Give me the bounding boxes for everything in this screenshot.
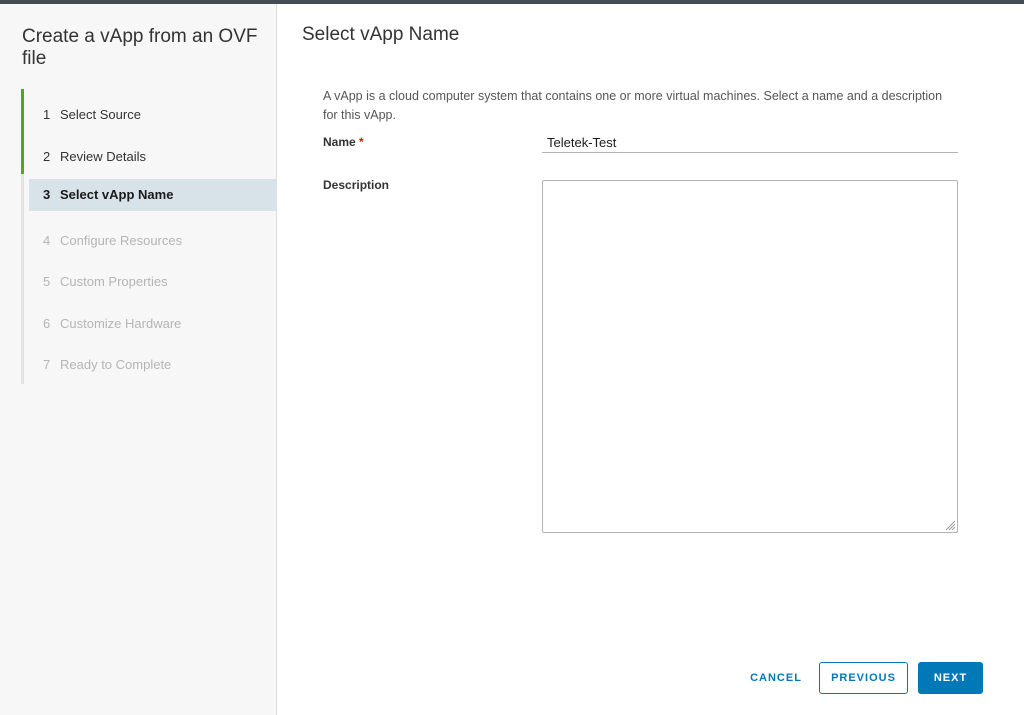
wizard-title: Create a vApp from an OVF file: [22, 26, 258, 69]
description-textarea[interactable]: [542, 180, 958, 533]
wizard-content: Select vApp Name A vApp is a cloud compu…: [278, 4, 1024, 715]
step-number: 1: [43, 107, 51, 122]
step-number: 3: [43, 187, 51, 202]
description-label: Description: [323, 178, 390, 192]
step-label: Select vApp Name: [60, 187, 174, 202]
step-ready-to-complete: 7 Ready to Complete: [29, 349, 277, 380]
step-number: 2: [43, 149, 51, 164]
step-label: Review Details: [60, 149, 146, 164]
previous-button[interactable]: PREVIOUS: [819, 662, 908, 694]
step-review-details[interactable]: 2 Review Details: [29, 141, 277, 172]
step-label: Select Source: [60, 107, 141, 122]
step-select-source[interactable]: 1 Select Source: [29, 99, 277, 130]
step-label: Customize Hardware: [60, 316, 182, 331]
intro-text: A vApp is a cloud computer system that c…: [323, 89, 943, 122]
completed-steps-indicator: [21, 89, 24, 174]
step-custom-properties: 5 Custom Properties: [29, 266, 277, 297]
step-label: Configure Resources: [60, 233, 183, 248]
required-marker: *: [359, 135, 364, 149]
step-customize-hardware: 6 Customize Hardware: [29, 308, 277, 339]
step-label: Custom Properties: [60, 274, 168, 289]
step-label: Ready to Complete: [60, 357, 172, 372]
step-number: 4: [43, 233, 51, 248]
next-button[interactable]: NEXT: [918, 662, 983, 694]
wizard-step-list: 1 Select Source 2 Review Details 3 Select v…: [21, 89, 277, 384]
wizard-sidebar: Create a vApp from an OVF file 1 Select S…: [0, 4, 277, 715]
step-number: 5: [43, 274, 51, 289]
name-input[interactable]: [542, 133, 958, 153]
cancel-button[interactable]: CANCEL: [744, 662, 808, 694]
step-number: 7: [43, 357, 51, 372]
resize-grip-icon[interactable]: [945, 520, 956, 531]
step-select-vapp-name[interactable]: 3 Select vApp Name: [29, 179, 277, 211]
name-label: Name *: [323, 135, 364, 149]
page-title: Select vApp Name: [302, 24, 460, 45]
step-number: 6: [43, 316, 51, 331]
step-configure-resources: 4 Configure Resources: [29, 225, 277, 256]
name-label-text: Name: [323, 135, 356, 149]
